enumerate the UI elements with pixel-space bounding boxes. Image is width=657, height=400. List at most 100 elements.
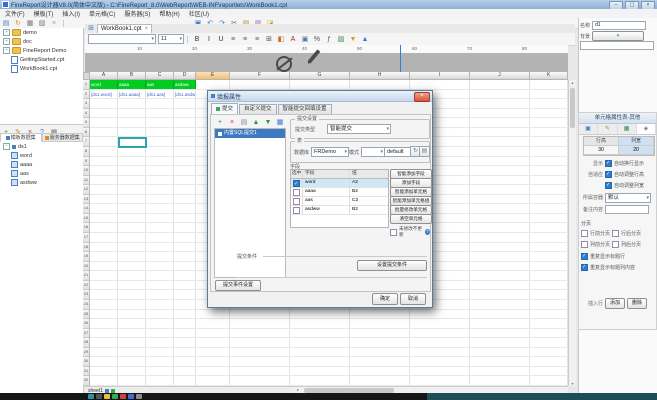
expand-icon[interactable]: + xyxy=(3,47,10,54)
dataset-field[interactable]: word xyxy=(0,151,83,160)
column-header-G[interactable]: G xyxy=(290,72,350,80)
expand-all-icon[interactable]: ▦ xyxy=(26,19,34,28)
row-header-6[interactable]: 6 xyxy=(83,128,89,138)
align-center-icon[interactable]: ≡ xyxy=(241,35,249,44)
selected-cell[interactable] xyxy=(118,137,147,148)
data-binding-cell[interactable]: [ds1.aaaa] xyxy=(118,90,145,99)
page-after-row-checkbox[interactable] xyxy=(612,230,619,237)
title-cell[interactable]: word xyxy=(90,80,118,89)
row-header-17[interactable]: 17 xyxy=(83,233,89,243)
close-icon[interactable]: × xyxy=(414,92,430,102)
title-cell[interactable]: asdww xyxy=(174,80,196,89)
taskbar-app-icon[interactable] xyxy=(104,394,110,399)
style-tab-icon[interactable]: ✎ xyxy=(598,124,617,134)
page-after-col-checkbox[interactable] xyxy=(612,241,619,248)
column-header-E[interactable]: E xyxy=(196,72,230,80)
config-icon[interactable]: ▦ xyxy=(276,118,284,127)
taskbar-app-icon[interactable] xyxy=(128,394,134,399)
extra-input[interactable] xyxy=(580,41,654,50)
new-tab-icon[interactable]: ⊞ xyxy=(87,24,95,33)
table-row[interactable]: aaaa B2 xyxy=(291,188,388,197)
row-header-2[interactable]: 2 xyxy=(83,90,89,100)
autofit-height-checkbox[interactable] xyxy=(605,171,612,178)
row-header-32[interactable]: 32 xyxy=(83,376,89,386)
table-row[interactable]: word A2 xyxy=(291,179,388,188)
column-header-C[interactable]: C xyxy=(146,72,174,80)
tree-item-folder[interactable]: + FineReport Demo xyxy=(0,46,83,55)
repeat-title-row-checkbox[interactable] xyxy=(581,253,588,260)
expand-icon[interactable]: + xyxy=(3,29,10,36)
tree-item-folder[interactable]: + demo xyxy=(0,28,83,37)
close-tab-icon[interactable]: × xyxy=(145,25,149,33)
scrollbar-thumb[interactable] xyxy=(570,88,575,128)
row-header-3[interactable]: 3 xyxy=(83,99,89,109)
menu-template[interactable]: 模板(T) xyxy=(34,9,54,18)
row-checkbox[interactable] xyxy=(293,198,300,205)
menu-community[interactable]: 社区(U) xyxy=(189,9,209,18)
row-header-23[interactable]: 23 xyxy=(83,290,89,300)
pick-table-icon[interactable]: ▤ xyxy=(419,146,430,157)
windows-taskbar[interactable] xyxy=(0,393,657,400)
menu-cell[interactable]: 单元格(C) xyxy=(89,9,115,18)
widget-tab-icon[interactable]: ▦ xyxy=(618,124,637,134)
clear-cells-button[interactable]: 清空单元格 xyxy=(390,214,432,224)
row-checkbox[interactable] xyxy=(293,207,300,214)
row-header-27[interactable]: 27 xyxy=(83,329,89,339)
borders-icon[interactable]: ⊞ xyxy=(265,35,273,44)
row-header-10[interactable]: 10 xyxy=(83,166,89,176)
data-binding-cell[interactable]: [ds1.asdww] xyxy=(174,90,195,99)
row-header-12[interactable]: 12 xyxy=(83,185,89,195)
table-row[interactable]: aas C2 xyxy=(291,197,388,206)
row-header-11[interactable]: 11 xyxy=(83,176,89,186)
nochange-checkbox[interactable] xyxy=(390,229,397,236)
tab-custom-submit[interactable]: 自定义提交 xyxy=(239,104,277,114)
tree-item-folder[interactable]: + doc xyxy=(0,37,83,46)
row-header-24[interactable]: 24 xyxy=(83,300,89,310)
page-before-col-checkbox[interactable] xyxy=(581,241,588,248)
add-poly-sheet-icon[interactable] xyxy=(111,389,115,393)
taskbar-app-icon[interactable] xyxy=(120,394,126,399)
vertical-scrollbar[interactable]: ▴▾ xyxy=(568,80,576,386)
row-header-28[interactable]: 28 xyxy=(83,338,89,348)
menu-help[interactable]: 帮助(H) xyxy=(159,9,179,18)
dataset-field[interactable]: aaaa xyxy=(0,160,83,169)
move-down-icon[interactable]: ▼ xyxy=(264,118,272,127)
wrap-checkbox[interactable] xyxy=(605,160,612,167)
copy-icon[interactable]: ▤ xyxy=(240,118,248,127)
align-left-icon[interactable]: ≡ xyxy=(229,35,237,44)
row-header-19[interactable]: 19 xyxy=(83,252,89,262)
row-header-4[interactable]: 4 xyxy=(83,109,89,119)
data-binding-cell[interactable]: [ds1.word] xyxy=(90,90,117,99)
delete-icon[interactable]: × xyxy=(50,19,58,28)
container-select[interactable]: 默认 xyxy=(605,193,651,203)
filter-icon[interactable]: ▼ xyxy=(349,35,357,44)
column-header-J[interactable]: J xyxy=(470,72,530,80)
submit-type-select[interactable]: 智能提交 xyxy=(327,124,391,134)
menu-server[interactable]: 服务器(S) xyxy=(124,9,150,18)
taskbar-app-icon[interactable] xyxy=(112,394,118,399)
taskbar-app-icon[interactable] xyxy=(136,394,142,399)
dataset-field[interactable]: aas xyxy=(0,169,83,178)
list-item-selected[interactable]: 内置SQL提交1 xyxy=(215,129,285,138)
add-background-button[interactable]: + xyxy=(592,31,644,41)
row-header-9[interactable]: 9 xyxy=(83,157,89,167)
tab-server-dataset[interactable]: 服务器数据集 xyxy=(42,133,84,142)
column-header-D[interactable]: D xyxy=(174,72,196,80)
page-before-row-checkbox[interactable] xyxy=(581,230,588,237)
new-template-icon[interactable]: ▤ xyxy=(2,19,10,28)
collapse-all-icon[interactable]: ▧ xyxy=(38,19,46,28)
ruler-guide-line[interactable] xyxy=(400,45,401,72)
set-condition-button[interactable]: 设置提交条件 xyxy=(357,260,427,271)
add-grid-sheet-icon[interactable] xyxy=(105,389,109,393)
align-right-icon[interactable]: ≡ xyxy=(253,35,261,44)
image-icon[interactable]: ▨ xyxy=(337,35,345,44)
column-header-A[interactable]: A xyxy=(90,72,118,80)
row-header-31[interactable]: 31 xyxy=(83,367,89,377)
row-header-22[interactable]: 22 xyxy=(83,281,89,291)
percent-icon[interactable]: % xyxy=(313,35,321,44)
cancel-button[interactable]: 取消 xyxy=(400,293,426,305)
col-width-value[interactable]: 20 xyxy=(619,146,654,155)
table-row[interactable]: asdww B2 xyxy=(291,206,388,215)
refresh-icon[interactable]: ↻ xyxy=(14,19,22,28)
sort-icon[interactable]: ▲ xyxy=(361,35,369,44)
